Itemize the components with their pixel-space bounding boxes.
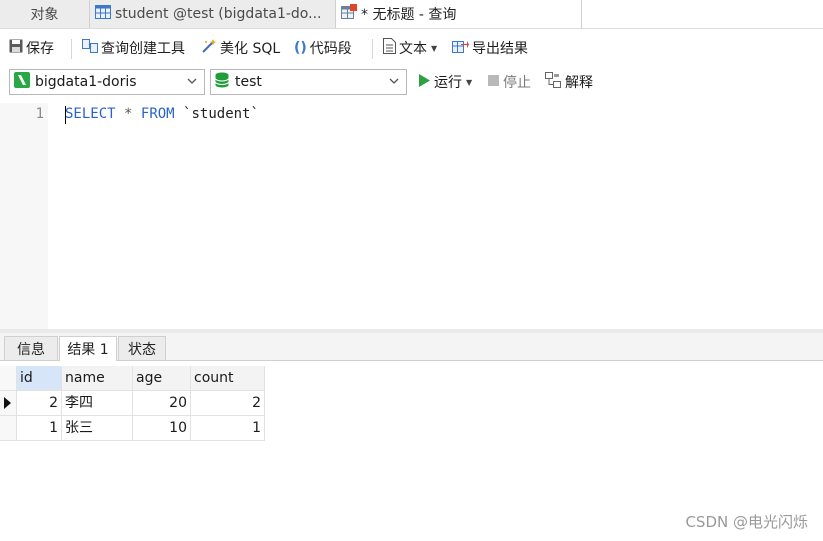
tab-strip: 对象 student @test (bigdata1-do... * 无标题 -… [0,0,823,29]
sql-keyword-from: FROM [140,106,175,122]
beautify-sql-label: 美化 SQL [220,41,281,57]
tab-untitled-query[interactable]: * 无标题 - 查询 [336,0,582,28]
tab-objects[interactable]: 对象 [0,0,90,28]
doris-connection-icon [14,72,30,92]
export-results-label: 导出结果 [472,41,528,57]
query-builder-button[interactable]: 查询创建工具 [82,29,185,67]
chevron-down-icon [186,75,198,91]
line-gutter: 1 [0,103,48,329]
dropdown-caret-icon[interactable]: ▼ [431,44,437,53]
table-cell-count[interactable]: 2 [191,391,265,416]
sql-editor[interactable]: 1 SELECT * FROM `student` [0,103,823,329]
stop-button[interactable]: 停止 [488,69,531,95]
connection-bar: bigdata1-doris test 运行 ▼ 停止 解释 [0,67,823,103]
table-cell-name[interactable]: 李四 [62,391,133,416]
table-icon [95,5,111,23]
magic-wand-icon [201,38,217,58]
database-select[interactable]: test [210,69,407,95]
table-cell-age[interactable]: 20 [133,391,191,416]
text-cursor [65,106,66,124]
connection-select[interactable]: bigdata1-doris [9,69,205,95]
result-tabs: 信息 结果 1 状态 [0,333,823,361]
code-snippet-button[interactable]: () 代码段 [294,29,352,67]
run-dropdown-caret-icon[interactable]: ▼ [466,78,472,87]
export-icon [452,38,469,58]
tab-student-label: student @test (bigdata1-do... [115,6,322,22]
explain-button[interactable]: 解释 [545,69,593,95]
tab-result-1[interactable]: 结果 1 [59,336,117,361]
save-icon [9,39,23,57]
connection-name: bigdata1-doris [35,74,137,90]
document-icon [383,38,396,58]
sql-keyword-select: SELECT [65,106,116,122]
column-header-age[interactable]: age [133,366,191,391]
explain-icon [545,72,561,92]
run-label: 运行 [434,75,462,91]
explain-label: 解释 [565,75,593,91]
row-selector[interactable] [0,391,17,416]
save-label: 保存 [26,41,54,57]
run-button[interactable]: 运行 ▼ [418,69,472,95]
chevron-down-icon [388,75,400,91]
beautify-sql-button[interactable]: 美化 SQL [201,29,280,67]
tab-status-label: 状态 [128,341,156,358]
stop-icon [488,74,499,90]
save-button[interactable]: 保存 [9,29,54,67]
tab-objects-label: 对象 [30,7,59,23]
tab-info[interactable]: 信息 [4,336,58,360]
table-cell-age[interactable]: 10 [133,416,191,441]
table-cell-count[interactable]: 1 [191,416,265,441]
sql-table-identifier: `student` [183,106,259,122]
tab-result-1-label: 结果 1 [67,342,109,358]
column-header-name[interactable]: name [62,366,133,391]
table-cell-id[interactable]: 2 [17,391,62,416]
line-number: 1 [35,106,44,122]
query-builder-label: 查询创建工具 [101,41,185,57]
toolbar: 保存 查询创建工具 美化 SQL () 代码段 文本 ▼ 导出结果 [0,29,823,67]
column-header-count[interactable]: count [191,366,265,391]
sql-code-line[interactable]: SELECT * FROM `student` [65,106,259,122]
parentheses-icon: () [294,40,307,56]
database-icon [215,72,229,92]
query-icon [341,4,357,24]
stop-label: 停止 [503,75,531,91]
code-snippet-label: 代码段 [309,41,352,57]
table-cell-name[interactable]: 张三 [62,416,133,441]
text-mode-button[interactable]: 文本 ▼ [383,29,437,67]
tab-info-label: 信息 [17,341,45,358]
column-header-id[interactable]: id [17,366,62,391]
row-header-corner [0,366,17,391]
current-row-arrow-icon [4,397,11,413]
table-cell-id[interactable]: 1 [17,416,62,441]
tab-student-table[interactable]: student @test (bigdata1-do... [90,0,336,28]
toolbar-divider [71,39,72,59]
row-selector[interactable] [0,416,17,441]
toolbar-divider [372,39,373,59]
tab-status[interactable]: 状态 [118,336,166,360]
text-mode-label: 文本 [399,41,427,57]
database-name: test [235,74,262,90]
play-icon [418,73,430,91]
query-builder-icon [82,38,98,58]
sql-star: * [124,106,133,122]
tab-query-label: * 无标题 - 查询 [361,7,457,23]
export-results-button[interactable]: 导出结果 [452,29,528,67]
watermark: CSDN @电光闪烁 [685,513,808,531]
